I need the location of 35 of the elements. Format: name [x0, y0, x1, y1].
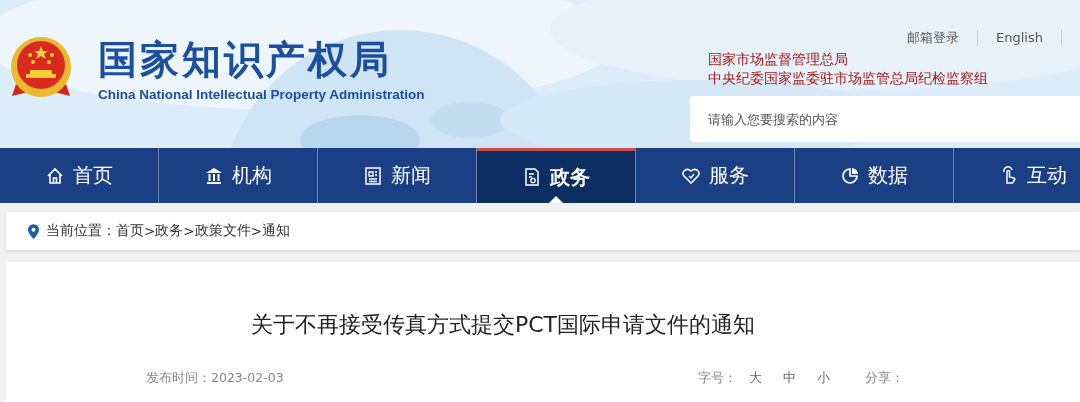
pie-chart-icon [840, 165, 860, 186]
share-label: 分享： [865, 370, 904, 387]
font-size-link[interactable]: 小 [808, 370, 839, 387]
breadcrumb-separator: > [250, 223, 262, 239]
newspaper-icon [363, 165, 383, 186]
article-title: 关于不再接受传真方式提交PCT国际申请文件的通知 [249, 311, 757, 339]
top-link[interactable]: English [978, 30, 1062, 46]
breadcrumb-label: 当前位置： [46, 222, 116, 240]
publish-date: 发布时间：2023-02-03 [146, 370, 284, 387]
nav-tab[interactable]: 机构 [159, 148, 318, 203]
breadcrumb-separator: > [183, 223, 195, 239]
nav-tab[interactable]: 互动 [954, 148, 1080, 203]
search-field[interactable]: 请输入您要搜索的内容 [690, 96, 1080, 142]
home-icon [45, 165, 65, 186]
font-size-label: 字号： [698, 370, 737, 387]
breadcrumb-link[interactable]: 通知 [261, 222, 290, 240]
top-link[interactable]: 邮箱登录 [889, 30, 979, 46]
pointer-icon [549, 196, 563, 203]
nav-tab[interactable]: 政务 [477, 148, 636, 203]
nav-tab[interactable]: 服务 [636, 148, 795, 203]
nav-tab[interactable]: 数据 [795, 148, 954, 203]
affiliation-link[interactable]: 中央纪委国家监委驻市场监管总局纪检监察组 [708, 69, 1080, 88]
bank-icon [204, 165, 224, 186]
breadcrumb-link[interactable]: 政策文件 [194, 222, 251, 240]
breadcrumb-link[interactable]: 政务 [155, 222, 184, 240]
document-icon [522, 167, 542, 187]
font-size-link[interactable]: 中 [774, 370, 805, 387]
location-pin-icon [28, 223, 39, 239]
site-subtitle: China National Intellectual Property Administration [98, 86, 425, 102]
breadcrumb-separator: > [144, 223, 156, 239]
site-title: 国家知识产权局 [98, 36, 393, 83]
nav-tab[interactable]: 首页 [0, 148, 159, 203]
affiliation-link[interactable]: 国家市场监督管理总局 [708, 50, 1080, 69]
font-size-link[interactable]: 大 [740, 370, 771, 387]
breadcrumb-link[interactable]: 首页 [116, 222, 144, 240]
